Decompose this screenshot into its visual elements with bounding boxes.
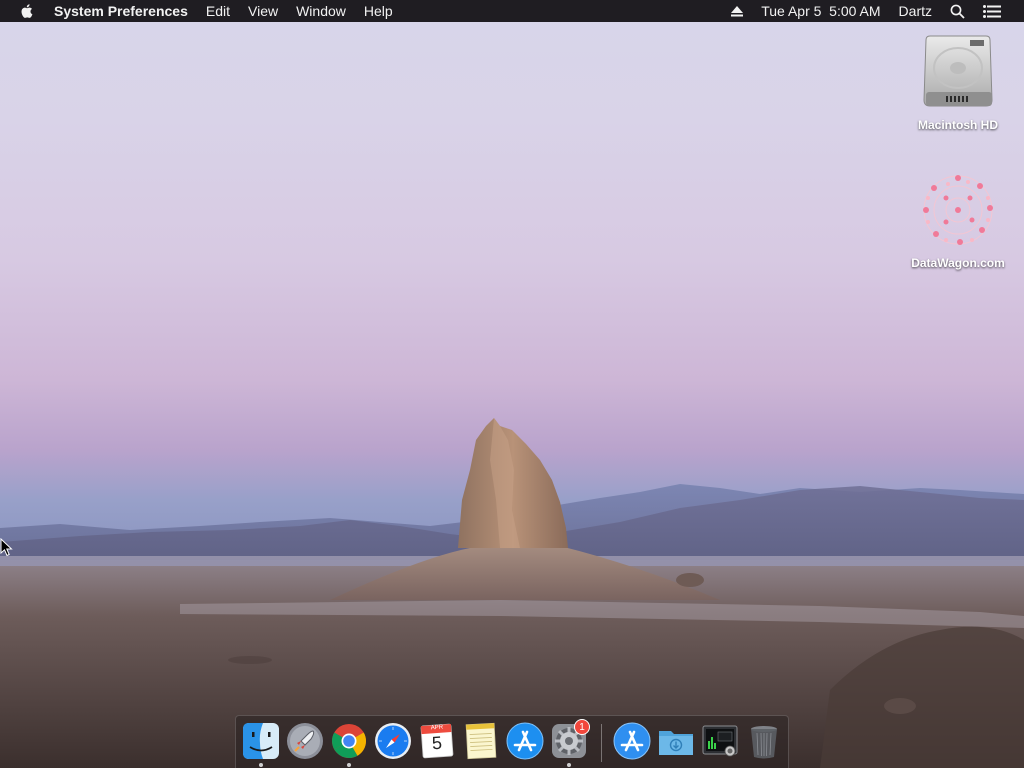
menu-help[interactable]: Help <box>355 0 402 22</box>
menu-app-name[interactable]: System Preferences <box>52 0 197 22</box>
notes-icon[interactable] <box>461 721 501 761</box>
eject-icon[interactable] <box>722 5 752 17</box>
dock-separator <box>601 724 602 762</box>
trash-icon[interactable] <box>744 721 784 761</box>
datawagon-network-icon <box>923 175 993 245</box>
applications-folder-icon[interactable] <box>612 721 652 761</box>
system-preferences-running-indicator <box>567 763 571 767</box>
menu-edit[interactable]: Edit <box>197 0 239 22</box>
app-store-icon[interactable] <box>505 721 545 761</box>
desktop-icon-label: DataWagon.com <box>911 256 1005 270</box>
wallpaper <box>0 418 1024 768</box>
dock: APR 5 1 <box>235 715 789 768</box>
safari-icon[interactable] <box>373 721 413 761</box>
hard-drive-icon <box>923 35 993 107</box>
notification-center-icon[interactable] <box>974 4 1010 18</box>
menu-bar: System Preferences Edit View Window Help… <box>0 0 1024 22</box>
desktop-icon-macintosh-hd[interactable]: Macintosh HD <box>903 32 1013 132</box>
finder-icon[interactable] <box>241 721 281 761</box>
menu-clock[interactable]: Tue Apr 5 5:00 AM <box>752 0 889 22</box>
desktop-icon-datawagon[interactable]: DataWagon.com <box>903 170 1013 270</box>
chrome-icon[interactable] <box>329 721 369 761</box>
menu-window[interactable]: Window <box>287 0 355 22</box>
system-preferences-badge: 1 <box>574 719 590 735</box>
apple-logo-icon[interactable] <box>0 3 52 19</box>
desktop[interactable]: System Preferences Edit View Window Help… <box>0 0 1024 768</box>
calendar-day: 5 <box>431 732 443 754</box>
launchpad-icon[interactable] <box>285 721 325 761</box>
mouse-cursor-icon <box>0 538 13 557</box>
chrome-running-indicator <box>347 763 351 767</box>
menu-user[interactable]: Dartz <box>890 0 941 22</box>
desktop-icon-label: Macintosh HD <box>917 118 998 132</box>
calendar-icon[interactable]: APR 5 <box>417 721 457 761</box>
finder-running-indicator <box>259 763 263 767</box>
activity-monitor-icon[interactable] <box>700 721 740 761</box>
spotlight-search-icon[interactable] <box>941 4 974 19</box>
menu-view[interactable]: View <box>239 0 287 22</box>
downloads-folder-icon[interactable] <box>656 721 696 761</box>
